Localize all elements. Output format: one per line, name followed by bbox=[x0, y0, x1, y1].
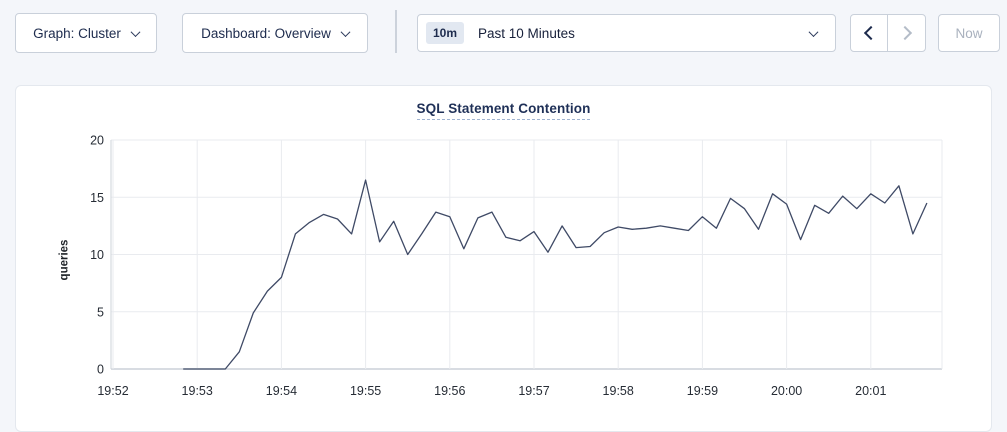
x-tick-label: 19:56 bbox=[434, 384, 465, 398]
toolbar: Graph: Cluster Dashboard: Overview 10m P… bbox=[0, 0, 1007, 68]
toolbar-divider bbox=[395, 10, 397, 53]
y-tick-label: 20 bbox=[90, 134, 104, 148]
dashboard-dropdown-label: Dashboard: Overview bbox=[201, 26, 331, 41]
chevron-right-icon bbox=[897, 26, 911, 40]
y-tick-label: 5 bbox=[97, 305, 104, 319]
y-tick-label: 0 bbox=[97, 363, 104, 377]
x-tick-label: 19:53 bbox=[182, 384, 213, 398]
graph-dropdown[interactable]: Graph: Cluster bbox=[15, 13, 157, 53]
sql-contention-chart: 0 5 10 15 20 19:52 19:53 19:54 19:55 19:56 19:57 19… bbox=[16, 86, 993, 432]
chevron-left-icon bbox=[864, 26, 878, 40]
data-line-queries bbox=[183, 180, 927, 369]
time-step-controls bbox=[850, 14, 926, 52]
time-step-back-button[interactable] bbox=[851, 15, 888, 51]
x-tick-label: 19:55 bbox=[350, 384, 381, 398]
graph-dropdown-label: Graph: Cluster bbox=[33, 26, 121, 41]
chevron-down-icon bbox=[340, 27, 350, 37]
time-range-label: Past 10 Minutes bbox=[478, 26, 810, 41]
x-tick-label: 19:57 bbox=[518, 384, 549, 398]
y-tick-label: 15 bbox=[90, 191, 104, 205]
x-tick-label: 19:52 bbox=[97, 384, 128, 398]
y-tick-label: 10 bbox=[90, 248, 104, 262]
x-tick-label: 20:00 bbox=[771, 384, 802, 398]
time-range-selector[interactable]: 10m Past 10 Minutes bbox=[417, 14, 836, 52]
chevron-down-icon bbox=[809, 27, 819, 37]
time-step-forward-button[interactable] bbox=[888, 15, 925, 51]
chevron-down-icon bbox=[130, 27, 140, 37]
x-tick-label: 19:54 bbox=[266, 384, 297, 398]
x-tick-label: 20:01 bbox=[855, 384, 886, 398]
dashboard-dropdown[interactable]: Dashboard: Overview bbox=[182, 13, 368, 53]
x-tick-label: 19:59 bbox=[687, 384, 718, 398]
chart-panel: SQL Statement Contention queries 0510152… bbox=[15, 85, 992, 432]
x-tick-label: 19:58 bbox=[603, 384, 634, 398]
time-range-badge: 10m bbox=[426, 22, 464, 44]
now-button[interactable]: Now bbox=[938, 14, 1000, 52]
